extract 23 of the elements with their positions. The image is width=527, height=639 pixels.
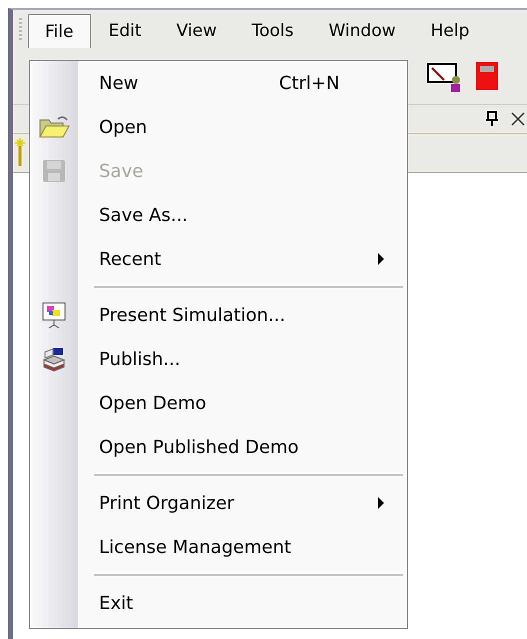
close-button[interactable] — [511, 112, 525, 126]
menu-tab[interactable]: Window — [312, 14, 414, 48]
menu-item[interactable]: Exit — [30, 581, 407, 625]
menu-item[interactable]: Open Published Demo — [30, 425, 407, 469]
menu-item[interactable]: Save As... — [30, 193, 407, 237]
menu-item[interactable]: Open Demo — [30, 381, 407, 425]
notebook-button[interactable] — [474, 60, 500, 92]
menu-tab[interactable]: Help — [414, 14, 488, 48]
shortcut-label: Ctrl+N — [279, 72, 341, 94]
pin-button[interactable] — [485, 111, 499, 127]
menu-item[interactable]: Open — [30, 105, 407, 149]
folder-icon — [38, 114, 70, 140]
menu-tab[interactable]: File — [28, 14, 92, 48]
menu-item[interactable]: Print Organizer — [30, 481, 407, 525]
menu-tab[interactable]: View — [159, 14, 235, 48]
menu-item[interactable]: Present Simulation... — [30, 293, 407, 337]
menu-tab[interactable]: Tools — [234, 14, 312, 48]
menu-item[interactable]: Recent — [30, 237, 407, 281]
menu-item[interactable]: License Management — [30, 525, 407, 569]
menu-tab[interactable]: Edit — [91, 14, 160, 48]
presentation-board-icon — [41, 301, 67, 329]
book-stack-icon — [41, 346, 67, 372]
menu-item[interactable]: Publish... — [30, 337, 407, 381]
